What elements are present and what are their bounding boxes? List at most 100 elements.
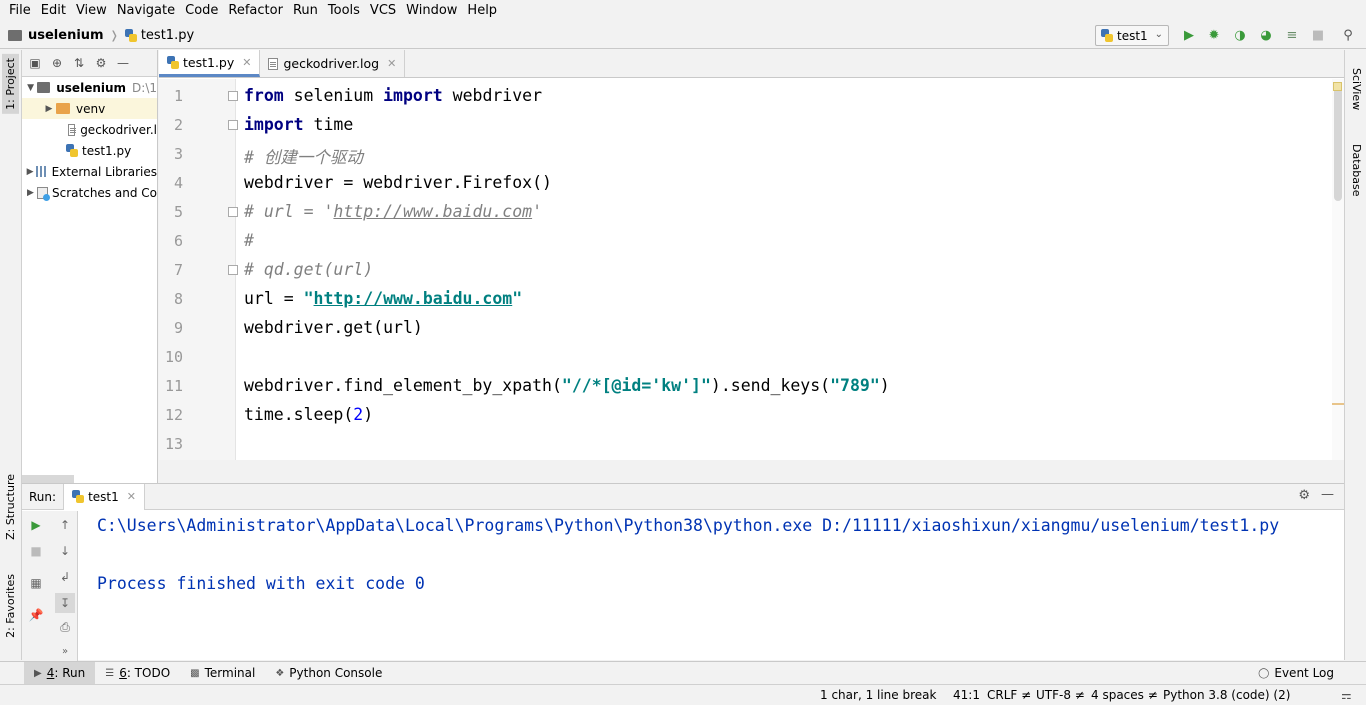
- menu-refactor[interactable]: Refactor: [223, 0, 288, 22]
- console-command-line[interactable]: C:\Users\Administrator\AppData\Local\Pro…: [97, 516, 1279, 535]
- debug-icon[interactable]: ✹: [1206, 27, 1222, 43]
- rerun-icon[interactable]: ▶: [28, 517, 44, 533]
- tree-item-test1-py[interactable]: test1.py: [22, 140, 157, 161]
- lock-icon[interactable]: ⚎: [1341, 688, 1352, 702]
- tab-project[interactable]: 1: Project: [2, 54, 19, 114]
- menu-edit[interactable]: Edit: [36, 0, 71, 22]
- stop-icon[interactable]: ■: [1310, 27, 1326, 43]
- warning-marker[interactable]: [1332, 403, 1344, 405]
- code-line-1[interactable]: from selenium import webdriver: [244, 86, 542, 105]
- line-number: 12: [164, 406, 183, 424]
- menu-run[interactable]: Run: [288, 0, 323, 22]
- soft-wrap-icon[interactable]: ↲: [57, 569, 73, 585]
- tab-geckodriver-log[interactable]: geckodriver.log ✕: [260, 50, 406, 77]
- pin-icon[interactable]: 📌: [28, 607, 44, 623]
- collapse-icon[interactable]: ⇅: [72, 56, 86, 70]
- status-interpreter[interactable]: Python 3.8 (code) (2): [1163, 688, 1290, 702]
- print-icon[interactable]: ⎙: [57, 619, 73, 635]
- menu-vcs[interactable]: VCS: [365, 0, 401, 22]
- layout-icon[interactable]: ▦: [28, 575, 44, 591]
- code-line-5[interactable]: # url = 'http://www.baidu.com': [244, 202, 542, 221]
- left-tool-strip: 1: Project Z: Structure 2: Favorites: [0, 50, 22, 660]
- editor-tabs: test1.py ✕ geckodriver.log ✕: [159, 50, 1344, 78]
- arrow-up-icon[interactable]: ↑: [57, 517, 73, 533]
- console-exit-line[interactable]: Process finished with exit code 0: [97, 574, 425, 593]
- code-line-6[interactable]: #: [244, 231, 254, 250]
- tab-run[interactable]: ▶ 4: Run: [24, 661, 96, 685]
- search-icon[interactable]: ⚲: [1340, 27, 1356, 43]
- fold-marker-icon[interactable]: [228, 120, 238, 130]
- line-number: 10: [164, 348, 183, 366]
- menu-window[interactable]: Window: [401, 0, 462, 22]
- line-number: 11: [164, 377, 183, 395]
- menu-help[interactable]: Help: [462, 0, 502, 22]
- gear-icon[interactable]: ⚙: [1298, 488, 1310, 503]
- scrollbar-thumb[interactable]: [1334, 83, 1342, 201]
- menu-tools[interactable]: Tools: [323, 0, 365, 22]
- status-caret-position[interactable]: 41:1: [953, 688, 980, 702]
- run-configuration-select[interactable]: test1 ⌄: [1095, 25, 1169, 46]
- status-selection[interactable]: 1 char, 1 line break: [820, 688, 936, 702]
- tab-database[interactable]: Database: [1348, 140, 1365, 201]
- menu-view[interactable]: View: [71, 0, 112, 22]
- inspection-status-icon[interactable]: [1333, 82, 1342, 91]
- tree-item-geckodriver-log[interactable]: geckodriver.l: [22, 119, 157, 140]
- python-console-icon: ❖: [275, 667, 285, 679]
- tab-python-console[interactable]: ❖ Python Console: [265, 662, 392, 685]
- code-line-7[interactable]: # qd.get(url): [244, 260, 373, 279]
- minimize-icon[interactable]: —: [116, 56, 130, 70]
- code-line-2[interactable]: import time: [244, 115, 353, 134]
- close-icon[interactable]: ✕: [242, 56, 251, 69]
- tab-structure[interactable]: Z: Structure: [2, 470, 19, 544]
- tree-item-venv[interactable]: ▶ venv: [22, 98, 157, 119]
- close-icon[interactable]: ✕: [387, 57, 396, 70]
- concurrency-icon[interactable]: ≡: [1284, 27, 1300, 43]
- menu-navigate[interactable]: Navigate: [112, 0, 180, 22]
- text-file-icon: [268, 57, 279, 70]
- close-icon[interactable]: ✕: [127, 490, 136, 503]
- status-line-separator[interactable]: CRLF ≠: [987, 688, 1031, 702]
- tree-external-libraries[interactable]: ▶ External Libraries: [22, 161, 157, 182]
- code-line-8[interactable]: url = "http://www.baidu.com": [244, 289, 522, 308]
- run-panel: Run: test1 ✕ ⚙ — ▶ ↑ ■ ↓ ↲ ▦ ↧ 📌 ⎙ » C:\…: [22, 483, 1344, 661]
- locate-icon[interactable]: ⊕: [50, 56, 64, 70]
- gear-icon[interactable]: ⚙: [94, 56, 108, 70]
- status-indent[interactable]: 4 spaces ≠: [1091, 688, 1158, 702]
- code-editor: test1.py ✕ geckodriver.log ✕ 1 2 3 4 5 6…: [159, 50, 1344, 460]
- tab-todo[interactable]: ☰ 6: TODO: [95, 662, 180, 685]
- tab-test1-py[interactable]: test1.py ✕: [159, 50, 261, 77]
- minimize-icon[interactable]: —: [1321, 487, 1334, 502]
- menu-file[interactable]: File: [4, 0, 36, 22]
- menu-bar: File Edit View Navigate Code Refactor Ru…: [0, 0, 1366, 22]
- code-line-12[interactable]: time.sleep(2): [244, 405, 373, 424]
- more-icon[interactable]: »: [57, 643, 73, 659]
- tab-favorites[interactable]: 2: Favorites: [2, 570, 19, 642]
- status-encoding[interactable]: UTF-8 ≠: [1036, 688, 1085, 702]
- chevron-right-icon: ▶: [45, 103, 53, 114]
- code-line-11[interactable]: webdriver.find_element_by_xpath("//*[@id…: [244, 376, 890, 395]
- tab-terminal[interactable]: ▩ Terminal: [180, 662, 265, 685]
- scroll-to-end-icon[interactable]: ↧: [55, 593, 75, 613]
- menu-code[interactable]: Code: [180, 0, 223, 22]
- fold-marker-icon[interactable]: [228, 91, 238, 101]
- horizontal-scrollbar[interactable]: [22, 475, 74, 483]
- run-tab-test1[interactable]: test1 ✕: [63, 483, 145, 510]
- code-line-9[interactable]: webdriver.get(url): [244, 318, 423, 337]
- tab-event-log[interactable]: ◯ Event Log: [1248, 662, 1344, 685]
- arrow-down-icon[interactable]: ↓: [57, 543, 73, 559]
- tab-sciview[interactable]: SciView: [1348, 64, 1365, 114]
- project-view-icon[interactable]: ▣: [28, 56, 42, 70]
- breadcrumb-file[interactable]: test1.py: [124, 28, 194, 43]
- tree-scratches[interactable]: ▶ Scratches and Co: [22, 182, 157, 203]
- line-number: 8: [173, 290, 183, 308]
- stop-icon[interactable]: ■: [28, 543, 44, 559]
- code-line-4[interactable]: webdriver = webdriver.Firefox(): [244, 173, 552, 192]
- fold-marker-icon[interactable]: [228, 207, 238, 217]
- code-line-3[interactable]: # 创建一个驱动: [244, 144, 363, 168]
- run-icon[interactable]: ▶: [1181, 27, 1197, 43]
- breadcrumb-project[interactable]: uselenium: [8, 28, 104, 43]
- tree-root[interactable]: ▼ uselenium D:\1: [22, 77, 157, 98]
- fold-marker-icon[interactable]: [228, 265, 238, 275]
- run-with-coverage-icon[interactable]: ◑: [1232, 27, 1248, 43]
- profile-icon[interactable]: ◕: [1258, 27, 1274, 43]
